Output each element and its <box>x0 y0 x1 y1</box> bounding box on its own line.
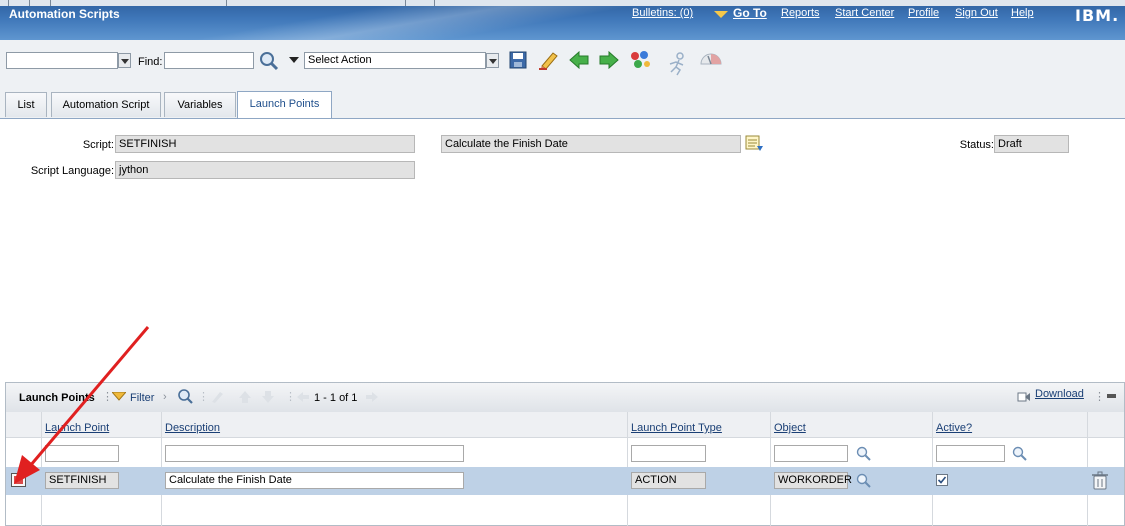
column-header-active[interactable]: Active? <box>936 422 972 434</box>
start-center-link[interactable]: Start Center <box>835 7 894 19</box>
filter-object-input[interactable] <box>774 445 848 462</box>
script-language-field: jython <box>115 161 415 179</box>
filter-description-input[interactable] <box>165 445 464 462</box>
column-header-launch-point-type[interactable]: Launch Point Type <box>631 422 722 434</box>
filter-type-input[interactable] <box>631 445 706 462</box>
download-link[interactable]: Download <box>1035 388 1084 400</box>
route-icon <box>669 52 684 76</box>
next-page-icon <box>366 392 378 402</box>
collapse-section-icon[interactable] <box>1107 394 1116 398</box>
pagination-text: 1 - 1 of 1 <box>314 392 358 404</box>
filter-icon[interactable] <box>112 392 126 401</box>
saved-query-dropdown-icon[interactable] <box>118 53 131 68</box>
previous-page-first-icon <box>239 391 251 403</box>
filter-active-input[interactable] <box>936 445 1005 462</box>
next-record-icon[interactable] <box>599 51 619 69</box>
object-cell-lookup-icon[interactable] <box>856 473 872 489</box>
tab-launch-points[interactable]: Launch Points <box>237 91 332 118</box>
tab-automation-script[interactable]: Automation Script <box>51 92 161 117</box>
active-checkbox[interactable] <box>936 474 948 486</box>
table-header-bar: Launch Points ⋮ Filter › ⋮ ⋮ 1 - 1 of 1 … <box>6 383 1124 413</box>
app-header: Automation Scripts Bulletins: (0) Go To … <box>0 0 1125 40</box>
delete-row-icon[interactable] <box>1090 471 1110 491</box>
status-label: Status: <box>959 139 994 151</box>
tab-list[interactable]: List <box>5 92 47 117</box>
table-title: Launch Points <box>19 392 95 404</box>
chevron-right-icon: › <box>163 391 167 403</box>
clear-filter-icon <box>212 392 223 403</box>
tab-variables[interactable]: Variables <box>164 92 236 117</box>
column-header-object[interactable]: Object <box>774 422 806 434</box>
row-details-icon[interactable] <box>11 473 26 487</box>
object-cell: WORKORDER <box>774 472 852 489</box>
object-lookup-icon[interactable] <box>856 446 872 462</box>
description-cell[interactable]: Calculate the Finish Date <box>165 472 464 489</box>
launch-point-cell: SETFINISH <box>45 472 119 489</box>
bulletins-link[interactable]: Bulletins: (0) <box>632 7 693 19</box>
tab-bar: List Automation Script Variables Launch … <box>0 88 1125 119</box>
gauge-icon <box>700 53 722 65</box>
launch-point-type-cell: ACTION <box>631 472 706 489</box>
goto-icon[interactable] <box>714 11 728 18</box>
filter-launch-point-input[interactable] <box>45 445 119 462</box>
goto-menu[interactable]: Go To <box>733 6 767 20</box>
column-header-description[interactable]: Description <box>165 422 220 434</box>
table-row[interactable]: SETFINISH Calculate the Finish Date ACTI… <box>6 467 1124 495</box>
previous-page-icon <box>297 392 309 402</box>
find-label: Find: <box>138 56 163 68</box>
table-search-icon[interactable] <box>177 388 194 405</box>
find-input[interactable] <box>164 52 254 69</box>
help-link[interactable]: Help <box>1011 7 1034 19</box>
sign-out-link[interactable]: Sign Out <box>955 7 998 19</box>
select-action-dropdown-icon[interactable] <box>486 53 499 68</box>
download-icon[interactable] <box>1017 391 1031 403</box>
long-description-icon[interactable] <box>745 134 765 152</box>
profile-link[interactable]: Profile <box>908 7 939 19</box>
clear-changes-icon[interactable] <box>538 50 560 70</box>
workflow-icon[interactable] <box>629 50 651 70</box>
app-title: Automation Scripts <box>9 7 120 21</box>
ibm-logo: IBM. <box>1075 6 1120 25</box>
filter-link[interactable]: Filter <box>130 392 154 404</box>
status-field: Draft <box>994 135 1069 153</box>
active-lookup-icon[interactable] <box>1012 446 1028 462</box>
select-action-dropdown[interactable]: Select Action <box>304 52 486 69</box>
script-description-field: Calculate the Finish Date <box>441 135 741 153</box>
browser-tab-strip <box>0 0 1125 6</box>
script-language-label: Script Language: <box>30 165 114 177</box>
reports-link[interactable]: Reports <box>781 7 820 19</box>
search-icon[interactable] <box>258 50 280 72</box>
launch-points-table: Launch Points ⋮ Filter › ⋮ ⋮ 1 - 1 of 1 … <box>5 382 1125 526</box>
save-icon[interactable] <box>509 51 527 69</box>
saved-query-select[interactable] <box>6 52 118 69</box>
search-options-icon[interactable] <box>289 56 299 64</box>
script-label: Script: <box>82 139 114 151</box>
script-field: SETFINISH <box>115 135 415 153</box>
previous-record-icon[interactable] <box>569 51 589 69</box>
toolbar: Find: Select Action <box>0 40 1125 89</box>
table-column-headers: Launch Point Description Launch Point Ty… <box>6 412 1124 438</box>
next-page-last-icon <box>262 391 274 403</box>
column-header-launch-point[interactable]: Launch Point <box>45 422 109 434</box>
